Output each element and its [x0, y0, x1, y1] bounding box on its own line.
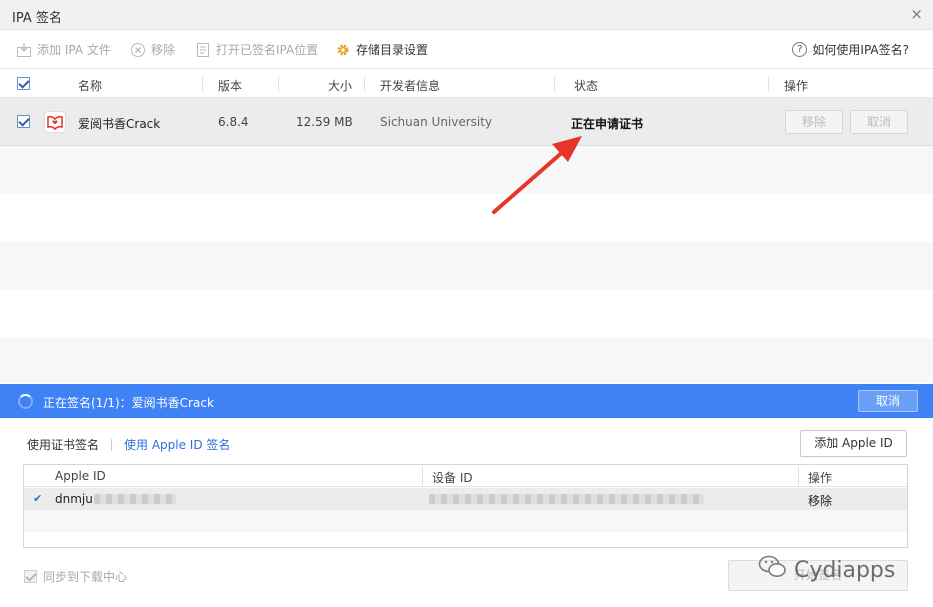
file-table-header: 名称 版本 大小 开发者信息 状态 操作: [0, 70, 933, 98]
title-bar: IPA 签名 ×: [0, 0, 933, 30]
window-title: IPA 签名: [12, 11, 62, 26]
empty-row: [0, 146, 933, 194]
signing-progress-bar: 正在签名(1/1)：爱阅书香Crack 取消: [0, 384, 933, 418]
header-divider: [202, 76, 203, 92]
add-ipa-button[interactable]: 添加 IPA 文件: [16, 41, 111, 58]
header-version: 版本: [218, 79, 243, 93]
empty-row: [0, 194, 933, 242]
sign-method-tabs: 使用证书签名 使用 Apple ID 签名: [27, 436, 230, 453]
gear-icon: [335, 42, 351, 58]
watermark: Cydiapps: [758, 554, 895, 586]
help-link[interactable]: ? 如何使用IPA签名?: [792, 41, 909, 58]
row-remove-button[interactable]: 移除: [785, 110, 843, 134]
check-icon: ✔: [33, 492, 43, 505]
help-label: 如何使用IPA签名?: [812, 43, 909, 57]
app-size: 12.59 MB: [296, 115, 353, 129]
header-divider: [768, 76, 769, 92]
header-action: 操作: [808, 471, 833, 485]
header-divider: [554, 76, 555, 92]
app-name: 爱阅书香Crack: [78, 117, 161, 131]
remove-label: 移除: [151, 43, 176, 57]
close-icon[interactable]: ×: [910, 5, 923, 23]
header-divider: [364, 76, 365, 92]
header-action: 操作: [784, 79, 809, 93]
progress-cancel-button[interactable]: 取消: [858, 390, 918, 412]
file-table-body: 爱阅书香Crack 6.8.4 12.59 MB Sichuan Univers…: [0, 98, 933, 383]
add-ipa-label: 添加 IPA 文件: [37, 43, 111, 57]
apple-id-value: dnmju: [55, 492, 93, 506]
header-size: 大小: [328, 79, 353, 93]
wechat-icon: [758, 554, 788, 586]
open-signed-label: 打开已签名IPA位置: [216, 43, 319, 57]
toolbar: 添加 IPA 文件 移除 打开已签名IPA位置 存储目录设置 ? 如何使用IPA…: [0, 31, 933, 69]
header-developer: 开发者信息: [380, 79, 441, 93]
apple-id-table-header: Apple ID 设备 ID 操作: [24, 465, 907, 487]
empty-row: [0, 290, 933, 338]
remove-button[interactable]: 移除: [130, 41, 175, 58]
file-icon: [195, 42, 211, 58]
app-status: 正在申请证书: [571, 117, 644, 131]
tab-cert-sign[interactable]: 使用证书签名: [27, 436, 99, 453]
empty-row: [24, 510, 907, 532]
app-developer: Sichuan University: [380, 115, 493, 129]
row-checkbox[interactable]: [17, 115, 30, 128]
storage-settings-button[interactable]: 存储目录设置: [335, 41, 428, 58]
tab-apple-id-sign[interactable]: 使用 Apple ID 签名: [124, 436, 230, 453]
header-device-id: 设备 ID: [432, 471, 473, 485]
header-divider: [278, 76, 279, 92]
sync-download-center[interactable]: 同步到下载中心: [24, 568, 127, 585]
row-cancel-button[interactable]: 取消: [850, 110, 908, 134]
loading-spinner-icon: [18, 394, 33, 409]
header-status: 状态: [574, 79, 599, 93]
add-file-icon: [16, 42, 32, 58]
storage-settings-label: 存储目录设置: [356, 43, 429, 57]
header-divider: [798, 467, 799, 485]
remove-icon: [130, 42, 146, 58]
table-row[interactable]: 爱阅书香Crack 6.8.4 12.59 MB Sichuan Univers…: [0, 98, 933, 146]
add-apple-id-button[interactable]: 添加 Apple ID: [800, 430, 907, 457]
redacted-device-id: [429, 494, 704, 504]
empty-row: [0, 338, 933, 383]
open-signed-location-button[interactable]: 打开已签名IPA位置: [195, 41, 318, 58]
select-all-checkbox[interactable]: [17, 77, 30, 90]
header-apple-id: Apple ID: [55, 469, 106, 483]
header-divider: [422, 467, 423, 485]
table-row[interactable]: ✔ dnmju 移除: [24, 488, 907, 510]
app-version: 6.8.4: [218, 115, 249, 129]
progress-text: 正在签名(1/1)：爱阅书香Crack: [43, 396, 214, 410]
apple-id-table: Apple ID 设备 ID 操作 ✔ dnmju 移除: [23, 464, 908, 548]
header-name: 名称: [78, 79, 103, 93]
sync-label: 同步到下载中心: [43, 570, 128, 584]
empty-row: [0, 242, 933, 290]
app-icon: [44, 111, 66, 133]
redacted-apple-id: [94, 494, 176, 504]
watermark-text: Cydiapps: [794, 557, 896, 583]
sync-checkbox[interactable]: [24, 570, 37, 583]
tab-divider: [111, 438, 113, 451]
question-icon: ?: [792, 42, 808, 57]
account-remove-link[interactable]: 移除: [808, 492, 832, 509]
